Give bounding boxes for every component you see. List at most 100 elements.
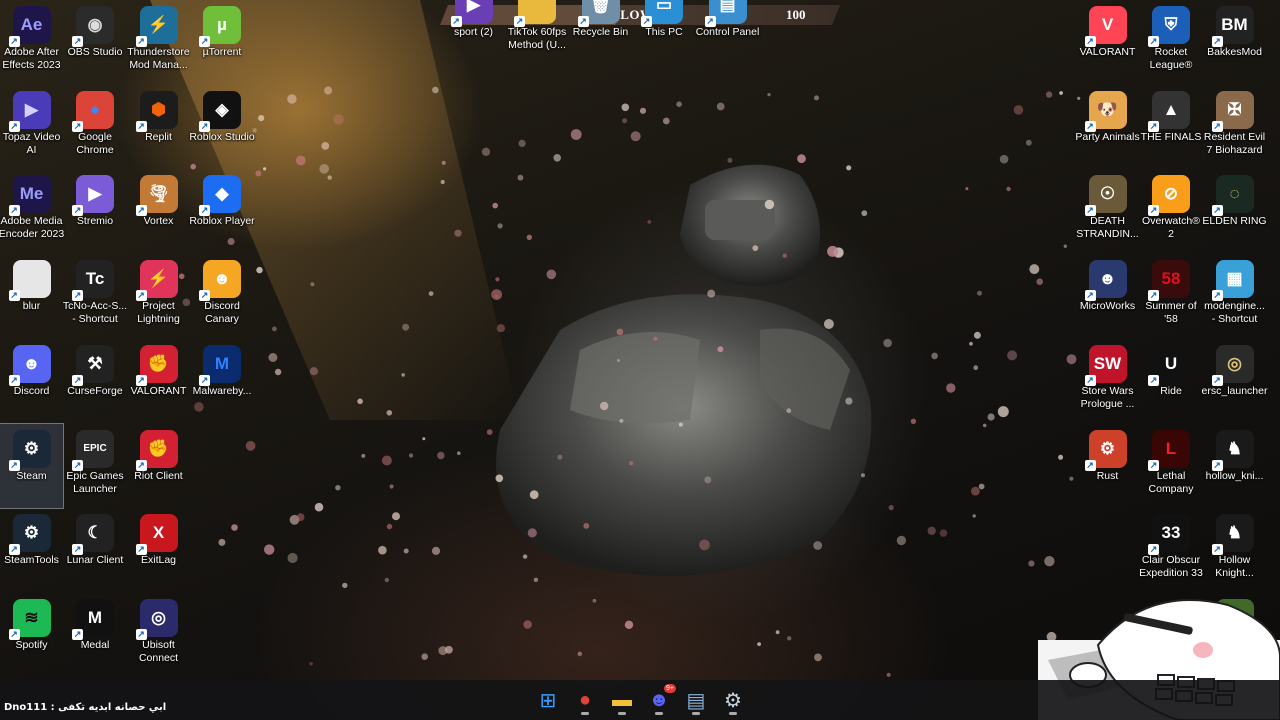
desktop-shortcut-epic-games[interactable]: EPIC ↗ Epic Games Launcher [64, 424, 127, 508]
flower-petal [639, 107, 647, 114]
flower-petal [309, 367, 318, 376]
desktop-shortcut-label: BakkesMod [1207, 46, 1262, 58]
start-button[interactable]: ⊞ [536, 688, 560, 712]
desktop-shortcut-steam[interactable]: ⚙ ↗ Steam [0, 422, 64, 509]
shortcut-arrow-icon: ↗ [8, 544, 20, 556]
shortcut-arrow-icon: ↗ [1211, 459, 1223, 471]
desktop-shortcut-recycle-bin[interactable]: 🗑 ↗ Recycle Bin [569, 0, 632, 64]
desktop-shortcut-clair-obscur[interactable]: 33 ↗ Clair Obscur Expedition 33 [1139, 508, 1203, 592]
sport-icon: ▶ ↗ [450, 0, 493, 27]
desktop-shortcut-malwarebytes[interactable]: M ↗ Malwareby... [191, 339, 254, 423]
shortcut-arrow-icon: ↗ [1148, 290, 1159, 302]
hollow-knight-silksong-icon: ♞ ↗ [1211, 514, 1254, 556]
desktop-shortcut-label: Epic Games Launcher [66, 469, 124, 495]
desktop-shortcut-chrome[interactable]: ● ↗ Google Chrome [64, 85, 127, 169]
desktop-shortcut-after-effects[interactable]: Ae ↗ Adobe After Effects 2023 [0, 0, 63, 84]
desktop-shortcut-rust[interactable]: ⚙ ↗ Rust [1076, 424, 1139, 508]
desktop-shortcut-lightning[interactable]: ⚡ ↗ Project Lightning [127, 254, 190, 338]
flower-petal [314, 502, 324, 512]
desktop-shortcut-modengine[interactable]: ▦ ↗ modengine... - Shortcut [1203, 254, 1266, 338]
flower-petal [861, 473, 865, 478]
desktop-shortcut-obs[interactable]: ◉ ↗ OBS Studio [64, 0, 127, 84]
desktop-shortcut-medal[interactable]: M ↗ Medal [64, 593, 127, 677]
desktop-shortcut-lethal-company[interactable]: L ↗ Lethal Company [1140, 424, 1203, 508]
desktop-shortcut-curseforge[interactable]: ⚒ ↗ CurseForge [64, 339, 127, 423]
desktop-shortcut-hollow-knight-silksong[interactable]: ♞ ↗ Hollow Knight... [1203, 508, 1266, 592]
desktop-shortcut-this-pc[interactable]: ▭ ↗ This PC [633, 0, 696, 64]
desktop-shortcut-party-animals[interactable]: 🐶 ↗ Party Animals [1075, 85, 1140, 169]
desktop-shortcut-replit[interactable]: ⬢ ↗ Replit [127, 85, 190, 169]
desktop-shortcut-resident-evil[interactable]: ✠ ↗ Resident Evil 7 Biohazard [1203, 85, 1266, 169]
desktop-shortcut-rocket-league[interactable]: ⛨ ↗ Rocket League® [1140, 0, 1203, 84]
thunderstore-icon: ⚡ ↗ [135, 6, 178, 47]
flower-petal [263, 167, 267, 171]
desktop-shortcut-overwatch[interactable]: ⊘ ↗ Overwatch® 2 [1140, 169, 1203, 253]
desktop-shortcut-label: blur [22, 300, 41, 313]
desktop-shortcut-valorant[interactable]: V ↗ VALORANT [1076, 0, 1139, 84]
running-indicator [581, 712, 589, 715]
desktop-shortcut-steamtools[interactable]: ⚙ ↗ SteamTools [0, 508, 63, 592]
desktop-shortcut-lunar-client[interactable]: ☾ ↗ Lunar Client [64, 508, 127, 592]
flower-petal [1036, 278, 1043, 286]
tcno-icon: Tc ↗ [72, 260, 114, 302]
steam-icon: ⚙ ↗ [8, 429, 51, 471]
desktop-shortcut-folder[interactable]: ↗ TikTok 60fps Method (U... [506, 0, 569, 64]
desktop-shortcut-stremio[interactable]: ▶ ↗ Stremio [64, 169, 127, 253]
folder-icon: ↗ [514, 0, 556, 27]
desktop-shortcut-roblox-player[interactable]: ◆ ↗ Roblox Player [189, 169, 255, 253]
desktop-shortcut-ersc-launcher[interactable]: ◎ ↗ ersc_launcher [1202, 339, 1267, 423]
desktop-shortcut-bakkesmod[interactable]: BM ↗ BakkesMod [1203, 0, 1266, 84]
desktop-shortcut-summer-58[interactable]: 58 ↗ Summer of '58 [1140, 254, 1203, 338]
desktop-shortcut-ubisoft[interactable]: ◎ ↗ Ubisoft Connect [127, 593, 190, 677]
monitor-app-taskbar-icon[interactable]: ▤ [684, 688, 708, 712]
desktop-shortcut-unreal-ride[interactable]: U ↗ Ride [1140, 339, 1203, 423]
desktop-shortcut-topaz[interactable]: ▶ ↗ Topaz Video AI [0, 85, 63, 169]
flower-petal [973, 331, 981, 339]
flower-petal [361, 453, 366, 458]
discord-taskbar-icon[interactable]: ☻ 9+ [647, 684, 676, 712]
desktop-shortcut-elden-ring[interactable]: ◌ ↗ ELDEN RING [1202, 169, 1267, 253]
desktop-shortcut-utorrent[interactable]: µ ↗ µTorrent [191, 0, 254, 84]
flower-petal [408, 453, 414, 458]
flower-petal [321, 142, 330, 150]
flower-petal [422, 437, 426, 441]
shortcut-arrow-icon: ↗ [135, 290, 147, 302]
topaz-icon: ▶ ↗ [8, 90, 51, 132]
desktop-shortcut-discord-canary[interactable]: ☻ ↗ Discord Canary [191, 254, 254, 338]
chrome-icon: ● ↗ [72, 90, 114, 132]
flower-petal [704, 476, 712, 484]
flower-petal [319, 164, 330, 174]
desktop-shortcut-the-finals[interactable]: ▲ ↗ THE FINALS [1140, 85, 1203, 169]
flower-petal [845, 397, 853, 405]
desktop-shortcut-store-wars[interactable]: SW ↗ Store Wars Prologue ... [1076, 339, 1139, 423]
shortcut-arrow-icon: ↗ [8, 290, 20, 302]
flower-petal [570, 129, 582, 140]
desktop-shortcut-media-encoder[interactable]: Me ↗ Adobe Media Encoder 2023 [0, 169, 64, 253]
desktop-shortcut-roblox-studio[interactable]: ◈ ↗ Roblox Studio [189, 85, 255, 169]
desktop-shortcut-label: Stremio [76, 215, 114, 228]
desktop-shortcut-label: Rust [1096, 469, 1119, 482]
file-explorer-taskbar-icon[interactable]: ▬ [610, 688, 634, 712]
desktop-shortcut-hollow-knight[interactable]: ♞ ↗ hollow_kni... [1203, 424, 1266, 508]
steam-taskbar-icon[interactable]: ⚙ [721, 688, 745, 712]
flower-petal [440, 179, 445, 185]
flower-petal [764, 199, 775, 210]
desktop-shortcut-label: VALORANT [1079, 46, 1136, 58]
desktop-shortcut-discord[interactable]: ☻ ↗ Discord [0, 339, 63, 423]
desktop-shortcut-microworks[interactable]: ☻ ↗ MicroWorks [1076, 254, 1139, 338]
shortcut-arrow-icon: ↗ [72, 290, 83, 302]
desktop-shortcut-exitlag[interactable]: X ↗ ExitLag [127, 508, 190, 592]
desktop-shortcut-control-panel[interactable]: ▤ ↗ Control Panel [696, 0, 759, 64]
desktop-shortcut-tcno[interactable]: Tc ↗ TcNo-Acc-S... - Shortcut [63, 254, 127, 338]
desktop-shortcut-vortex[interactable]: 🌪 ↗ Vortex [127, 169, 190, 253]
exitlag-icon: X ↗ [135, 514, 178, 556]
shortcut-arrow-icon: ↗ [199, 120, 210, 132]
desktop-shortcut-thunderstore[interactable]: ⚡ ↗ Thunderstore Mod Mana... [127, 0, 190, 84]
desktop-shortcut-valorant-riot[interactable]: ✊ ↗ VALORANT [127, 339, 190, 423]
chrome-taskbar-icon[interactable]: ● [573, 688, 597, 712]
desktop-shortcut-sport[interactable]: ▶ ↗ sport (2) [442, 0, 505, 64]
desktop-shortcut-riot-client[interactable]: ✊ ↗ Riot Client [127, 424, 190, 508]
desktop-shortcut-blur[interactable]: ↗ blur [0, 254, 63, 338]
desktop-shortcut-spotify[interactable]: ≋ ↗ Spotify [0, 593, 63, 677]
desktop-shortcut-death-stranding[interactable]: ☉ ↗ DEATH STRANDIN... [1076, 169, 1139, 253]
